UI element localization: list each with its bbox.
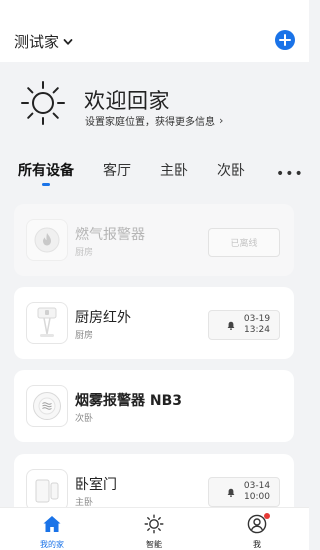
tab-all-devices[interactable]: 所有设备 [18, 160, 74, 180]
device-icon-box [26, 385, 68, 427]
device-icon-box [26, 469, 68, 511]
bottom-navigation: 我的家 智能 我 [0, 507, 309, 550]
event-date: 03-19 [243, 314, 271, 324]
home-selector[interactable]: 测试家 [14, 31, 73, 52]
nav-label: 智能 [146, 540, 162, 549]
more-tabs-icon[interactable]: ••• [276, 166, 304, 182]
bell-icon [227, 321, 235, 330]
event-clock: 10:00 [244, 492, 270, 502]
home-icon [43, 516, 61, 532]
smoke-detector-icon [33, 392, 61, 420]
chevron-right-icon: › [219, 114, 224, 127]
device-name: 烟雾报警器 NB3 [75, 393, 183, 409]
device-icon-box [26, 219, 68, 261]
welcome-subtitle: 设置家庭位置，获得更多信息 [85, 117, 215, 128]
device-name: 燃气报警器 [75, 227, 145, 243]
infrared-sensor-icon [37, 307, 57, 337]
device-room: 厨房 [75, 331, 94, 341]
offline-status-badge: 已离线 [208, 228, 280, 257]
plus-icon [279, 34, 291, 46]
event-time: 03-19 13:24 [237, 314, 277, 336]
device-room: 次卧 [75, 414, 94, 424]
device-name: 卧室门 [75, 477, 117, 493]
device-card-gas-alarm[interactable]: 燃气报警器 厨房 已离线 [14, 204, 294, 276]
nav-label: 我的家 [40, 540, 64, 549]
device-name: 厨房红外 [75, 310, 131, 326]
event-time: 03-14 10:00 [237, 481, 277, 503]
device-card-smoke-alarm[interactable]: 烟雾报警器 NB3 次卧 [14, 370, 294, 442]
nav-my-home[interactable]: 我的家 [12, 508, 92, 550]
welcome-banner[interactable]: 欢迎回家 设置家庭位置，获得更多信息 › [0, 62, 309, 150]
last-event-badge: 03-14 10:00 [208, 477, 280, 507]
nav-label: 我 [253, 540, 261, 549]
tab-master-bedroom[interactable]: 主卧 [160, 160, 188, 180]
last-event-badge: 03-19 13:24 [208, 310, 280, 340]
tab-second-bedroom[interactable]: 次卧 [217, 160, 245, 180]
room-tabs: 所有设备 客厅 主卧 次卧 ••• [0, 158, 309, 188]
event-clock: 13:24 [244, 325, 270, 335]
event-date: 03-14 [243, 481, 271, 491]
welcome-title: 欢迎回家 [84, 89, 170, 113]
door-sensor-icon [35, 479, 59, 503]
set-location-link[interactable]: 设置家庭位置，获得更多信息 › [85, 113, 223, 128]
device-room: 厨房 [75, 248, 94, 258]
add-device-button[interactable] [275, 30, 295, 50]
sun-icon [144, 514, 164, 534]
top-header: 测试家 [0, 0, 309, 62]
nav-smart[interactable]: 智能 [114, 508, 194, 550]
home-name-label: 测试家 [14, 33, 60, 51]
chevron-down-icon [63, 38, 73, 45]
weather-sun-icon [21, 81, 65, 125]
active-tab-indicator [42, 183, 50, 186]
status-text: 已离线 [230, 239, 258, 249]
device-card-kitchen-infrared[interactable]: 厨房红外 厨房 03-19 13:24 [14, 287, 294, 359]
tab-living-room[interactable]: 客厅 [103, 160, 131, 180]
device-icon-box [26, 302, 68, 344]
bell-icon [227, 488, 235, 497]
flame-icon [34, 227, 60, 253]
notification-dot [264, 513, 270, 519]
nav-me[interactable]: 我 [217, 508, 297, 550]
